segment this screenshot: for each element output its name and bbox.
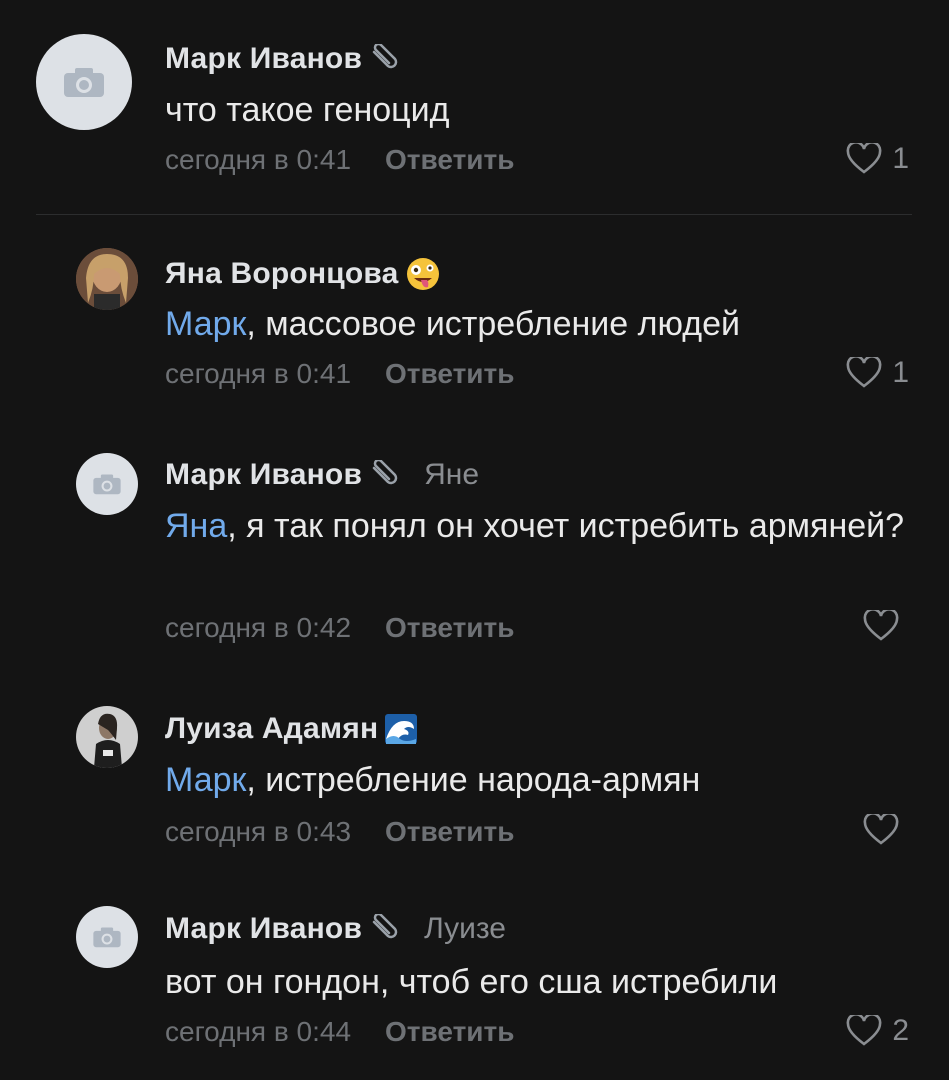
heart-icon xyxy=(846,143,882,174)
avatar[interactable] xyxy=(36,34,132,130)
comment-time: сегодня в 0:44 xyxy=(165,1016,352,1047)
comment-meta: сегодня в 0:41 Ответить xyxy=(165,144,514,176)
reply-button[interactable]: Ответить xyxy=(385,358,514,390)
avatar[interactable] xyxy=(76,706,138,768)
comment-time: сегодня в 0:43 xyxy=(165,816,352,847)
mention-link[interactable]: Марк xyxy=(165,305,246,343)
like-button[interactable] xyxy=(863,610,909,642)
paperclip-icon xyxy=(368,914,402,944)
author-line: Марк Иванов Луизе xyxy=(165,912,506,946)
author-name[interactable]: Марк Иванов xyxy=(165,458,362,492)
author-line: Луиза Адамян xyxy=(165,712,418,746)
like-count: 1 xyxy=(892,356,909,389)
comment-text: что такое геноцид xyxy=(165,91,450,129)
comment-time: сегодня в 0:42 xyxy=(165,612,352,643)
zany-face-emoji-icon xyxy=(405,256,441,292)
camera-icon xyxy=(93,927,121,948)
camera-icon xyxy=(64,68,104,97)
heart-icon xyxy=(863,610,899,641)
author-line: Яна Воронцова xyxy=(165,256,441,292)
avatar[interactable] xyxy=(76,453,138,515)
like-button[interactable]: 1 xyxy=(846,142,909,176)
camera-icon xyxy=(93,474,121,495)
like-button[interactable] xyxy=(863,814,909,846)
author-name[interactable]: Яна Воронцова xyxy=(165,257,399,291)
reply-to-label[interactable]: Яне xyxy=(424,458,479,492)
reply-button[interactable]: Ответить xyxy=(385,144,514,176)
comment-meta: сегодня в 0:44 Ответить xyxy=(165,1016,514,1048)
avatar[interactable] xyxy=(76,906,138,968)
comment-meta: сегодня в 0:41 Ответить xyxy=(165,358,514,390)
comment-text: вот он гондон, чтоб его сша истребили xyxy=(165,963,778,1001)
reply-button[interactable]: Ответить xyxy=(385,612,514,644)
comment-meta: сегодня в 0:42 Ответить xyxy=(165,612,514,644)
author-name[interactable]: Луиза Адамян xyxy=(165,712,378,746)
reply-button[interactable]: Ответить xyxy=(385,1016,514,1048)
mention-link[interactable]: Яна xyxy=(165,507,227,545)
reply-button[interactable]: Ответить xyxy=(385,816,514,848)
comment-time: сегодня в 0:41 xyxy=(165,358,352,389)
like-count: 1 xyxy=(892,142,909,175)
reply-to-label[interactable]: Луизе xyxy=(424,912,506,946)
comment-time: сегодня в 0:41 xyxy=(165,144,352,175)
paperclip-icon xyxy=(368,460,402,490)
heart-icon xyxy=(846,357,882,388)
author-name[interactable]: Марк Иванов xyxy=(165,912,362,946)
paperclip-icon xyxy=(368,44,402,74)
author-name[interactable]: Марк Иванов xyxy=(165,42,362,76)
comment-meta: сегодня в 0:43 Ответить xyxy=(165,816,514,848)
heart-icon xyxy=(863,814,899,845)
author-line: Марк Иванов Яне xyxy=(165,458,479,492)
wave-emoji-icon xyxy=(384,713,418,745)
divider xyxy=(36,214,912,215)
avatar[interactable] xyxy=(76,248,138,310)
like-button[interactable]: 2 xyxy=(846,1014,909,1048)
like-button[interactable]: 1 xyxy=(846,356,909,390)
author-line: Марк Иванов xyxy=(165,42,402,76)
comment-text: Марк, истребление народа-армян xyxy=(165,761,701,799)
comment-text: Марк, массовое истребление людей xyxy=(165,305,740,343)
mention-link[interactable]: Марк xyxy=(165,761,246,799)
like-count: 2 xyxy=(892,1014,909,1047)
comment-text: Яна, я так понял он хочет истребить армя… xyxy=(165,507,905,545)
heart-icon xyxy=(846,1015,882,1046)
